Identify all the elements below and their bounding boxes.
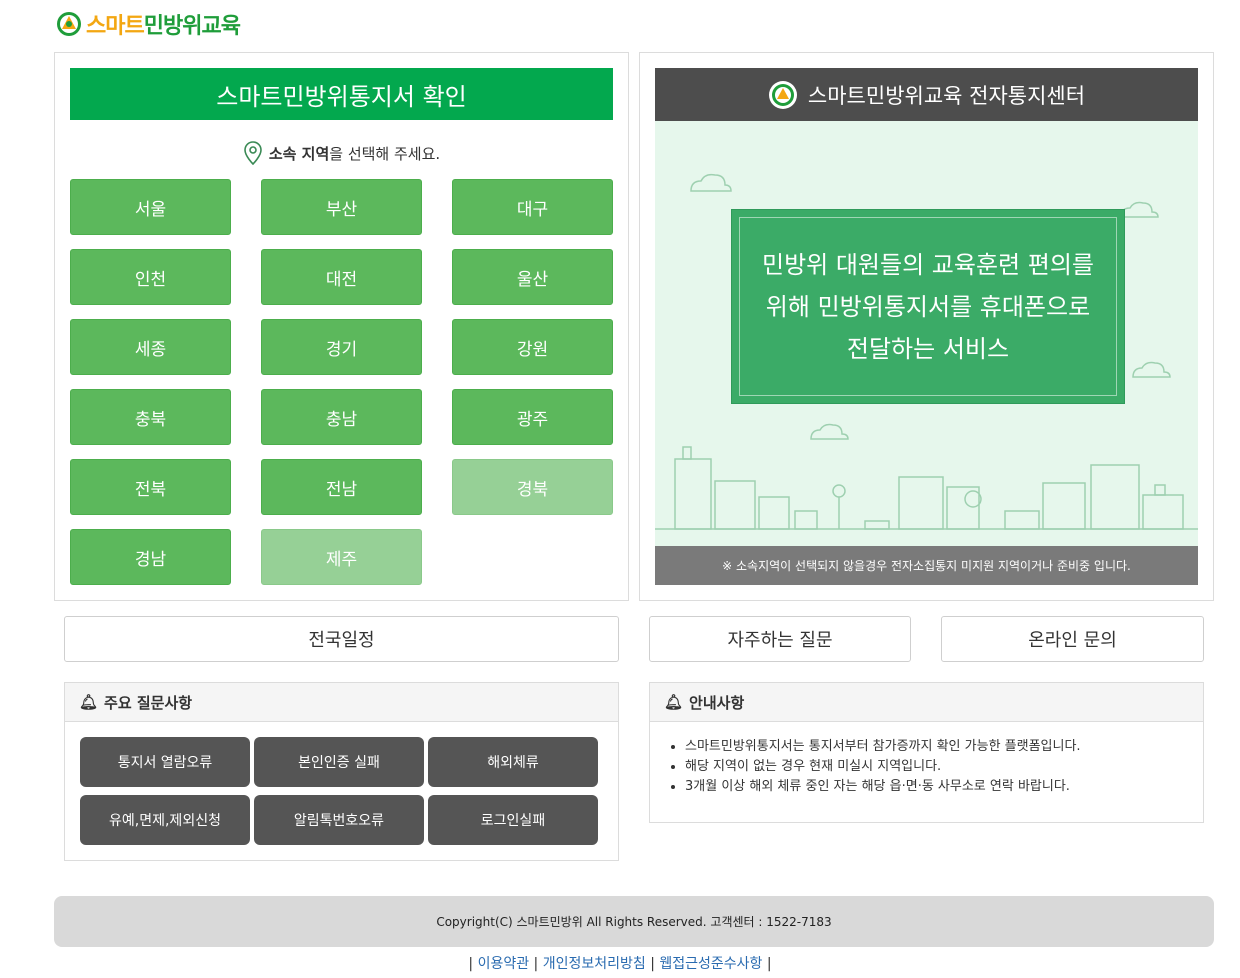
civil-defense-emblem-icon [57,12,81,36]
promo-banner: 민방위 대원들의 교육훈련 편의를 위해 민방위통지서를 휴대폰으로 전달하는 … [731,209,1125,404]
promo-line: 민방위 대원들의 교육훈련 편의를 [761,250,1094,279]
cloud-icon [1120,201,1159,218]
question-button-grid: 통지서 열람오류 본인인증 실패 해외체류유예,면제,제외신청 알림톡번호오류 로그인실… [80,737,598,845]
notice-item: 스마트민방위통지서는 통지서부터 참가증까지 확인 가능한 플랫폼입니다. [685,737,1081,757]
bell-icon: 🔔︎ [664,693,684,711]
region-button[interactable]: 전북 [70,459,231,515]
region-button[interactable]: 경기 [261,319,422,375]
national-schedule-button[interactable]: 전국일정 [64,616,619,662]
region-select-panel: 스마트민방위통지서 확인 소속 지역을 선택해 주세요. 서울 부산 대구인천 대전 울… [54,52,629,601]
footer-link[interactable]: 웹접근성준수사항 [659,956,762,972]
region-button[interactable]: 대구 [452,179,613,235]
region-select-hint: 소속 지역을 선택해 주세요. [55,141,628,165]
promo-text: 민방위 대원들의 교육훈련 편의를 위해 민방위통지서를 휴대폰으로 전달하는 … [739,217,1117,396]
notice-info-header: 🔔︎ 안내사항 [650,683,1203,722]
question-button[interactable]: 통지서 열람오류 [80,737,250,787]
region-button[interactable]: 제주 [261,529,422,585]
civil-defense-emblem-icon [768,80,797,109]
footer-link[interactable]: 개인정보처리방침 [543,956,646,972]
region-button[interactable]: 세종 [70,319,231,375]
region-button[interactable]: 충남 [261,389,422,445]
hint-rest: 을 선택해 주세요. [329,144,441,163]
cloud-icon [810,423,849,440]
question-button[interactable]: 해외체류 [428,737,598,787]
region-button[interactable]: 광주 [452,389,613,445]
key-questions-title: 주요 질문사항 [104,693,193,712]
promo-line: 전달하는 서비스 [846,334,1010,363]
region-button[interactable]: 울산 [452,249,613,305]
online-inquiry-button[interactable]: 온라인 문의 [941,616,1204,662]
region-button[interactable]: 경남 [70,529,231,585]
key-questions-header: 🔔︎ 주요 질문사항 [65,683,618,722]
question-button[interactable]: 알림톡번호오류 [254,795,424,845]
region-button[interactable]: 부산 [261,179,422,235]
notice-info-title: 안내사항 [689,693,745,712]
location-pin-icon [244,141,262,165]
site-logo[interactable]: 스마트민방위교육 [56,8,241,40]
notice-item: 3개월 이상 해외 체류 중인 자는 해당 읍·면·동 사무소로 연락 바랍니다… [685,777,1081,797]
region-button[interactable]: 서울 [70,179,231,235]
footer-link[interactable]: 이용약관 [478,956,530,972]
region-button[interactable]: 경북 [452,459,613,515]
footer-links: | 이용약관 | 개인정보처리방침 | 웹접근성준수사항 | [468,956,772,972]
unsupported-region-notice: ※ 소속지역이 선택되지 않을경우 전자소집통지 미지원 지역이거나 준비중 입… [655,546,1198,585]
promo-line: 위해 민방위통지서를 휴대폰으로 [765,292,1091,321]
notice-info-box: 🔔︎ 안내사항 스마트민방위통지서는 통지서부터 참가증까지 확인 가능한 플랫… [649,682,1204,823]
region-button[interactable]: 인천 [70,249,231,305]
region-button[interactable]: 대전 [261,249,422,305]
notice-item: 해당 지역이 없는 경우 현재 미실시 지역입니다. [685,757,1081,777]
region-button-grid: 서울 부산 대구인천 대전 울산세종 경기 강원충북 충남 광주전북 전남 경북경남 제주 [70,179,613,585]
hint-bold: 소속 지역 [268,144,330,163]
notice-center-header: 스마트민방위교육 전자통지센터 [655,68,1198,121]
question-button[interactable]: 유예,면제,제외신청 [80,795,250,845]
question-button[interactable]: 로그인실패 [428,795,598,845]
footer-copyright: Copyright(C) 스마트민방위 All Rights Reserved.… [54,896,1214,947]
notice-info-list: 스마트민방위통지서는 통지서부터 참가증까지 확인 가능한 플랫폼입니다.해당 … [685,737,1081,797]
cloud-icon [1132,361,1171,378]
region-panel-title: 스마트민방위통지서 확인 [70,68,613,120]
faq-button[interactable]: 자주하는 질문 [649,616,911,662]
logo-text: 스마트민방위교육 [86,14,241,39]
notice-center-title: 스마트민방위교육 전자통지센터 [807,83,1086,108]
region-button[interactable]: 강원 [452,319,613,375]
question-button[interactable]: 본인인증 실패 [254,737,424,787]
cloud-icon [690,173,732,192]
region-button[interactable]: 충북 [70,389,231,445]
city-illustration: 민방위 대원들의 교육훈련 편의를 위해 민방위통지서를 휴대폰으로 전달하는 … [655,121,1198,546]
notice-center-panel: 스마트민방위교육 전자통지센터 민방위 대원들의 교육훈련 편의를 위해 민방위… [639,52,1214,601]
key-questions-box: 🔔︎ 주요 질문사항 통지서 열람오류 본인인증 실패 해외체류유예,면제,제외신청… [64,682,619,861]
region-button[interactable]: 전남 [261,459,422,515]
bell-icon: 🔔︎ [79,693,99,711]
